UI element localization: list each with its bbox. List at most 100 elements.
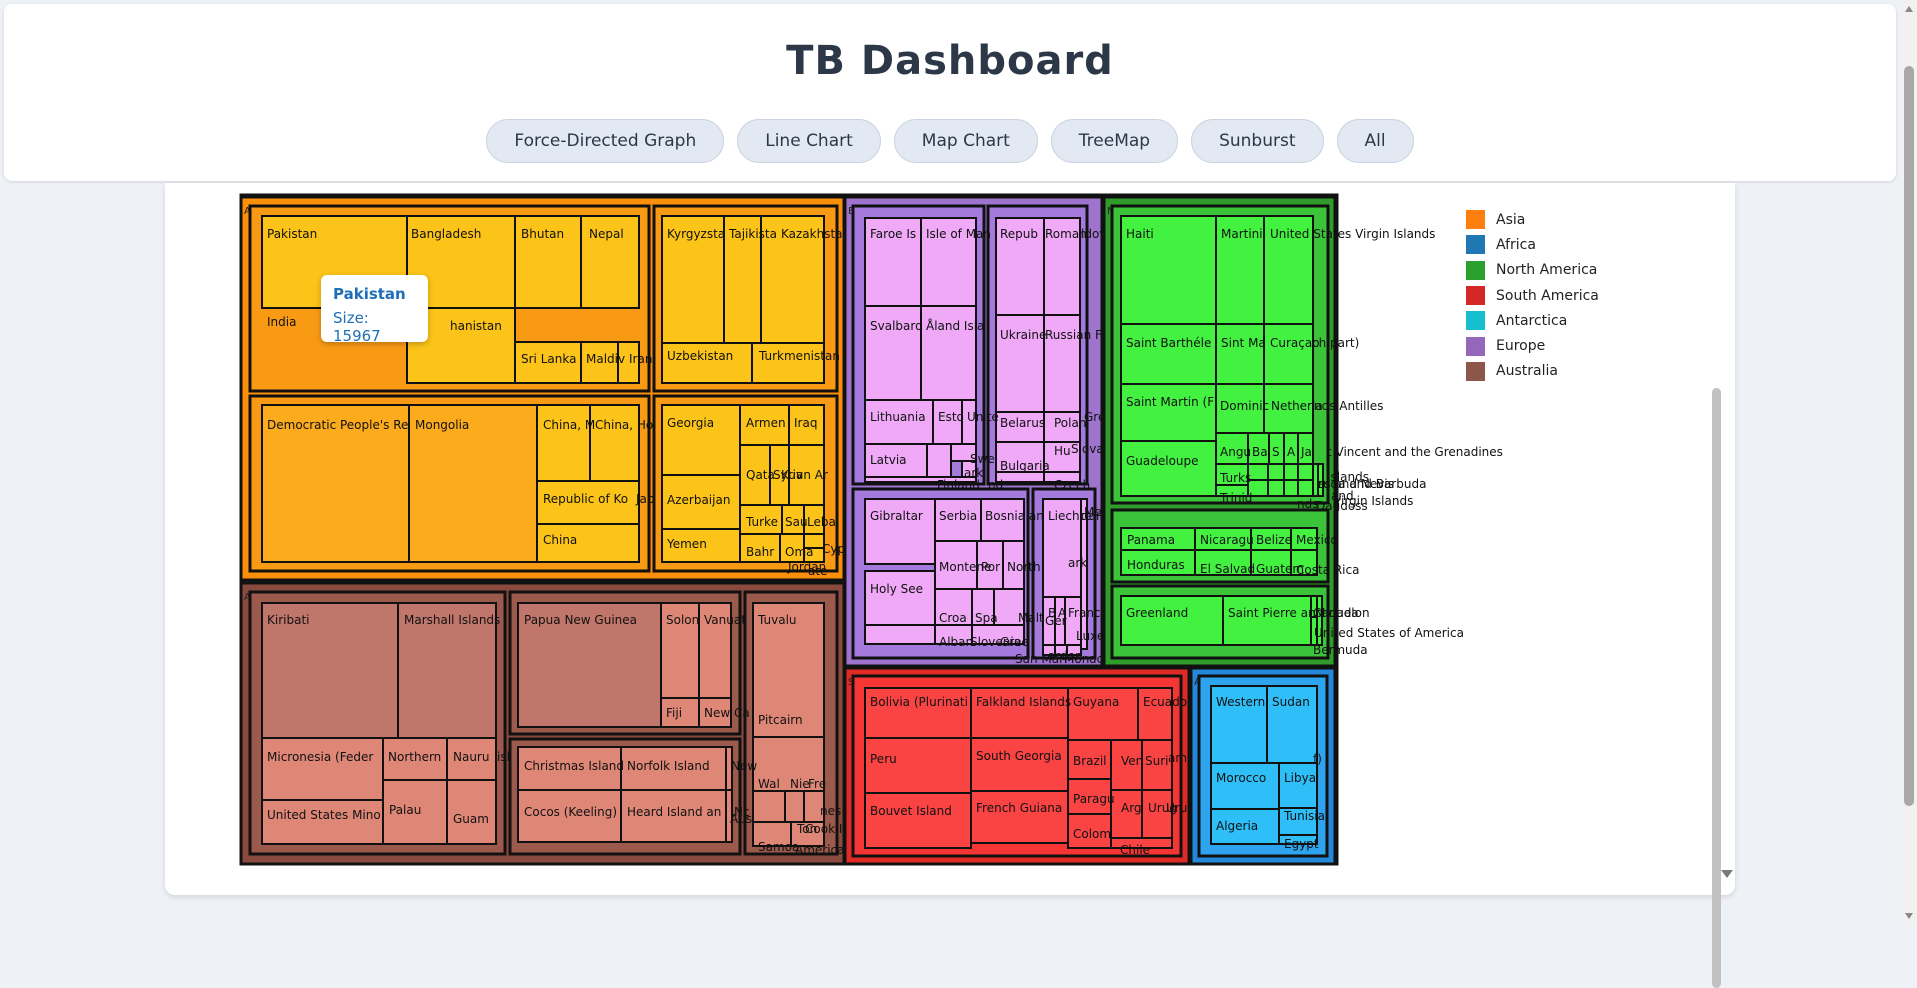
continent-australia[interactable]: AKiribati Marshall IslandsMicronesia (Fed… <box>239 581 897 866</box>
country-label: Jap <box>635 492 655 506</box>
country-cell-bouvet-island[interactable] <box>864 792 972 849</box>
country-label: Hu <box>1054 444 1071 458</box>
country-cell-morocco[interactable] <box>1210 762 1280 810</box>
country-cell-saint-barth-lemy[interactable] <box>1120 323 1217 385</box>
country-label: Latvia <box>870 453 907 467</box>
continent-asia[interactable]: APakistan Bangladesh Bhutan NepalIndia hanis… <box>239 195 864 582</box>
country-cell-sint-maarten-dutch-part-[interactable] <box>1215 323 1265 385</box>
country-cell-montserrat[interactable] <box>1283 479 1299 497</box>
country-label: Algeria <box>1216 819 1258 833</box>
country-label: Greenland <box>1126 606 1188 620</box>
country-cell-antigua-and-barbuda[interactable] <box>1267 463 1285 481</box>
page-scrollbar[interactable] <box>1901 0 1917 927</box>
tooltip-size: Size: 15967 <box>333 309 381 345</box>
country-label: Åland Isla <box>926 318 984 333</box>
continent-europe[interactable]: EFaroe Is Isle of ManSvalbard Åland IslaLi… <box>843 195 1121 668</box>
country-label: S <box>1272 445 1280 459</box>
country-label: Bolivia (Plurinati <box>870 695 968 709</box>
page-scroll-down-arrow[interactable] <box>1905 913 1913 919</box>
country-label: Papua New Guinea <box>524 613 637 627</box>
country-cell-south-georgia-and-the-south-sandwich-islands[interactable] <box>970 737 1069 792</box>
country-label: Mongolia <box>415 418 469 432</box>
country-label: Guam <box>453 812 489 826</box>
country-label: Egypt <box>1284 837 1319 851</box>
country-label: Suri <box>1145 754 1169 768</box>
country-cell-wallis-and-futuna-islands[interactable] <box>752 790 786 823</box>
country-label: United States Mino <box>267 808 381 822</box>
country-label: Fiji <box>666 706 682 720</box>
country-label: Ja <box>1300 445 1312 459</box>
country-cell-china-hong-kong[interactable] <box>589 404 640 482</box>
country-label: Lithuania <box>870 410 926 424</box>
country-label: Pitcairn <box>758 713 803 727</box>
country-cell-saint-martin-french-part-[interactable] <box>1120 383 1217 442</box>
country-cell-niue[interactable] <box>784 790 805 823</box>
country-label: Qata <box>746 468 775 482</box>
legend-item-australia[interactable]: Australia <box>1466 359 1599 384</box>
country-label: Nauru <box>453 750 489 764</box>
country-label: Bosnia an <box>985 509 1044 523</box>
country-label: Repub <box>1000 227 1038 241</box>
country-label: Ven <box>1121 754 1143 768</box>
country-cell-cayman-islands[interactable] <box>1267 479 1285 497</box>
legend-item-antarctica[interactable]: Antarctica <box>1466 308 1599 333</box>
country-cell-albania[interactable] <box>864 624 936 645</box>
country-label: Dagdoss <box>1316 499 1368 513</box>
country-label: Sint Ma <box>1221 336 1266 350</box>
continent-north-america[interactable]: NHaitiMartiniUnited States Virgin Island… <box>1102 195 1503 668</box>
country-label: Dominic <box>1220 399 1269 413</box>
country-label: Saint Pierre and <box>1228 606 1323 620</box>
continent-africa[interactable]: AWestern SudanMorocco Libyaf)TunisiaAlgeri… <box>1189 666 1337 866</box>
country-label: Chile <box>1120 843 1150 857</box>
continent-south-america[interactable]: SBolivia (Plurinati Falkland Islands Guyan… <box>843 666 1194 866</box>
country-label: Belarus <box>1000 416 1045 430</box>
country-label: Honduras <box>1127 558 1185 572</box>
country-cell-british-virgin-islands[interactable] <box>1297 463 1314 481</box>
country-label: Syrian Ar <box>773 468 828 482</box>
country-label: t Vincent and the Grenadines <box>1327 445 1503 459</box>
legend-item-north-america[interactable]: North America <box>1466 258 1599 283</box>
country-label: ark <box>964 466 983 480</box>
legend-item-europe[interactable]: Europe <box>1466 333 1599 358</box>
legend-item-africa[interactable]: Africa <box>1466 232 1599 257</box>
country-label: China <box>543 533 577 547</box>
country-label: New Ca <box>704 706 750 720</box>
country-label: Esto <box>938 410 964 424</box>
country-cell-micronesia-federated-states-of-[interactable] <box>261 737 384 801</box>
country-label: Tunisia <box>1283 809 1325 823</box>
country-label: Bangladesh <box>411 227 481 241</box>
country-cell-saint-pierre-and-miquelon[interactable] <box>1222 595 1312 646</box>
country-label: Spa <box>975 611 998 625</box>
country-label: Kyrgyzsta <box>667 227 725 241</box>
legend-item-south-america[interactable]: South America <box>1466 283 1599 308</box>
country-cell-cuba[interactable] <box>1297 479 1314 497</box>
page-scroll-up-arrow[interactable] <box>1905 6 1913 12</box>
country-cell-china-macao[interactable] <box>536 404 591 482</box>
country-cell-french-guiana[interactable] <box>970 790 1069 844</box>
legend-swatch <box>1466 286 1485 306</box>
hover-tooltip: Pakistan Size: 15967 <box>321 275 428 345</box>
country-cell-libya[interactable] <box>1278 762 1318 809</box>
country-label: A <box>1287 445 1296 459</box>
country-label: Tuvalu <box>757 613 797 627</box>
country-cell-united-states-minor-outlying-islands[interactable] <box>261 799 384 845</box>
country-cell-greenland[interactable] <box>1120 595 1224 646</box>
country-cell-cura-ao[interactable] <box>1263 323 1314 385</box>
legend-swatch <box>1466 336 1485 356</box>
legend-label: South America <box>1496 287 1599 304</box>
country-cell-bahamas[interactable] <box>1283 463 1299 481</box>
country-label: Cook Is <box>805 822 849 836</box>
country-label: Ba <box>1252 445 1268 459</box>
country-label: Alban <box>939 635 973 649</box>
country-label: Paragu <box>1073 792 1115 806</box>
legend-item-asia[interactable]: Asia <box>1466 207 1599 232</box>
country-label: Uru <box>1166 801 1187 815</box>
country-label: Ecuado <box>1143 695 1187 709</box>
page-scrollbar-thumb[interactable] <box>1904 66 1914 806</box>
legend-label: Africa <box>1496 236 1536 253</box>
country-cell-guadeloupe[interactable] <box>1120 440 1217 497</box>
country-label: Swe <box>970 452 995 466</box>
country-label: Sau <box>785 515 808 529</box>
country-cell-sweden[interactable] <box>926 443 952 478</box>
country-label: Por <box>981 560 1000 574</box>
